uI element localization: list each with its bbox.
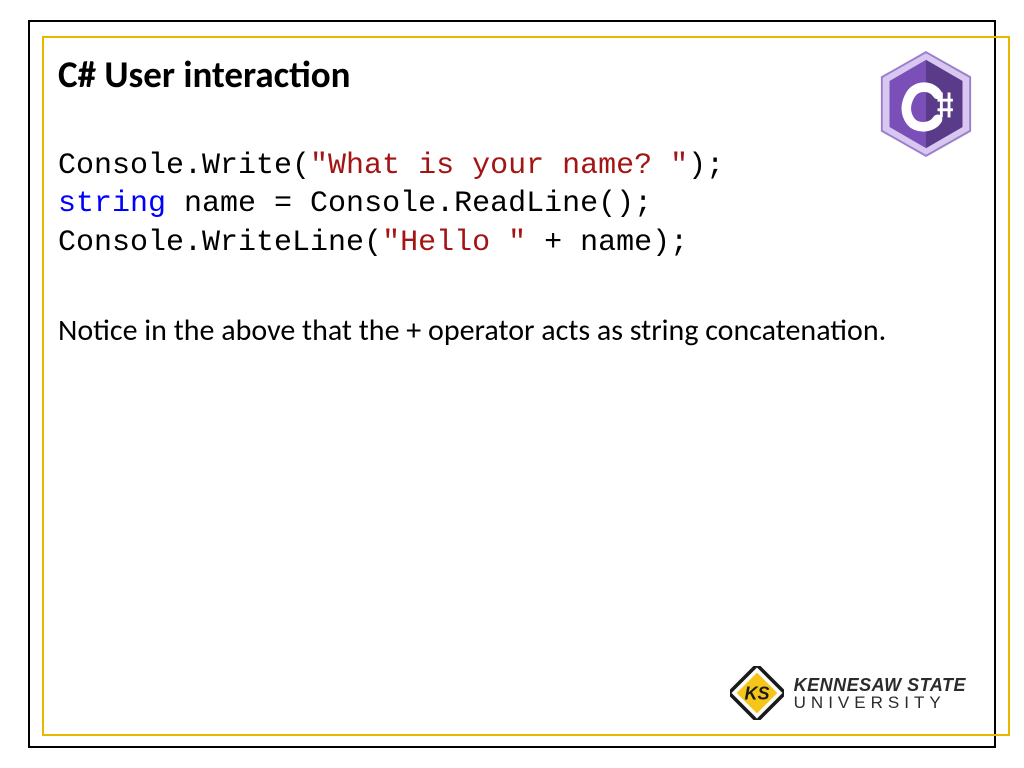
slide-content: C# User interaction Console.Write("What …: [58, 52, 966, 728]
code-text: );: [688, 149, 724, 183]
code-text: + name);: [526, 226, 688, 260]
university-logo: KS KENNESAW STATE UNIVERSITY: [730, 666, 966, 720]
code-string: "Hello ": [382, 226, 526, 260]
slide-title: C# User interaction: [58, 52, 966, 97]
body-text: Notice in the above that the + operator …: [58, 312, 966, 350]
university-name-line1: KENNESAW STATE: [794, 676, 966, 694]
university-name-line2: UNIVERSITY: [794, 694, 966, 711]
code-keyword: string: [58, 187, 166, 221]
code-text: Console.Write(: [58, 149, 310, 183]
code-string: "What is your name? ": [310, 149, 688, 183]
code-text: name = Console.ReadLine();: [166, 187, 652, 221]
code-text: Console.WriteLine(: [58, 226, 382, 260]
code-block: Console.Write("What is your name? "); st…: [58, 147, 966, 262]
university-text: KENNESAW STATE UNIVERSITY: [794, 676, 966, 711]
ks-mark-icon: KS: [730, 666, 784, 720]
svg-text:KS: KS: [744, 683, 769, 703]
